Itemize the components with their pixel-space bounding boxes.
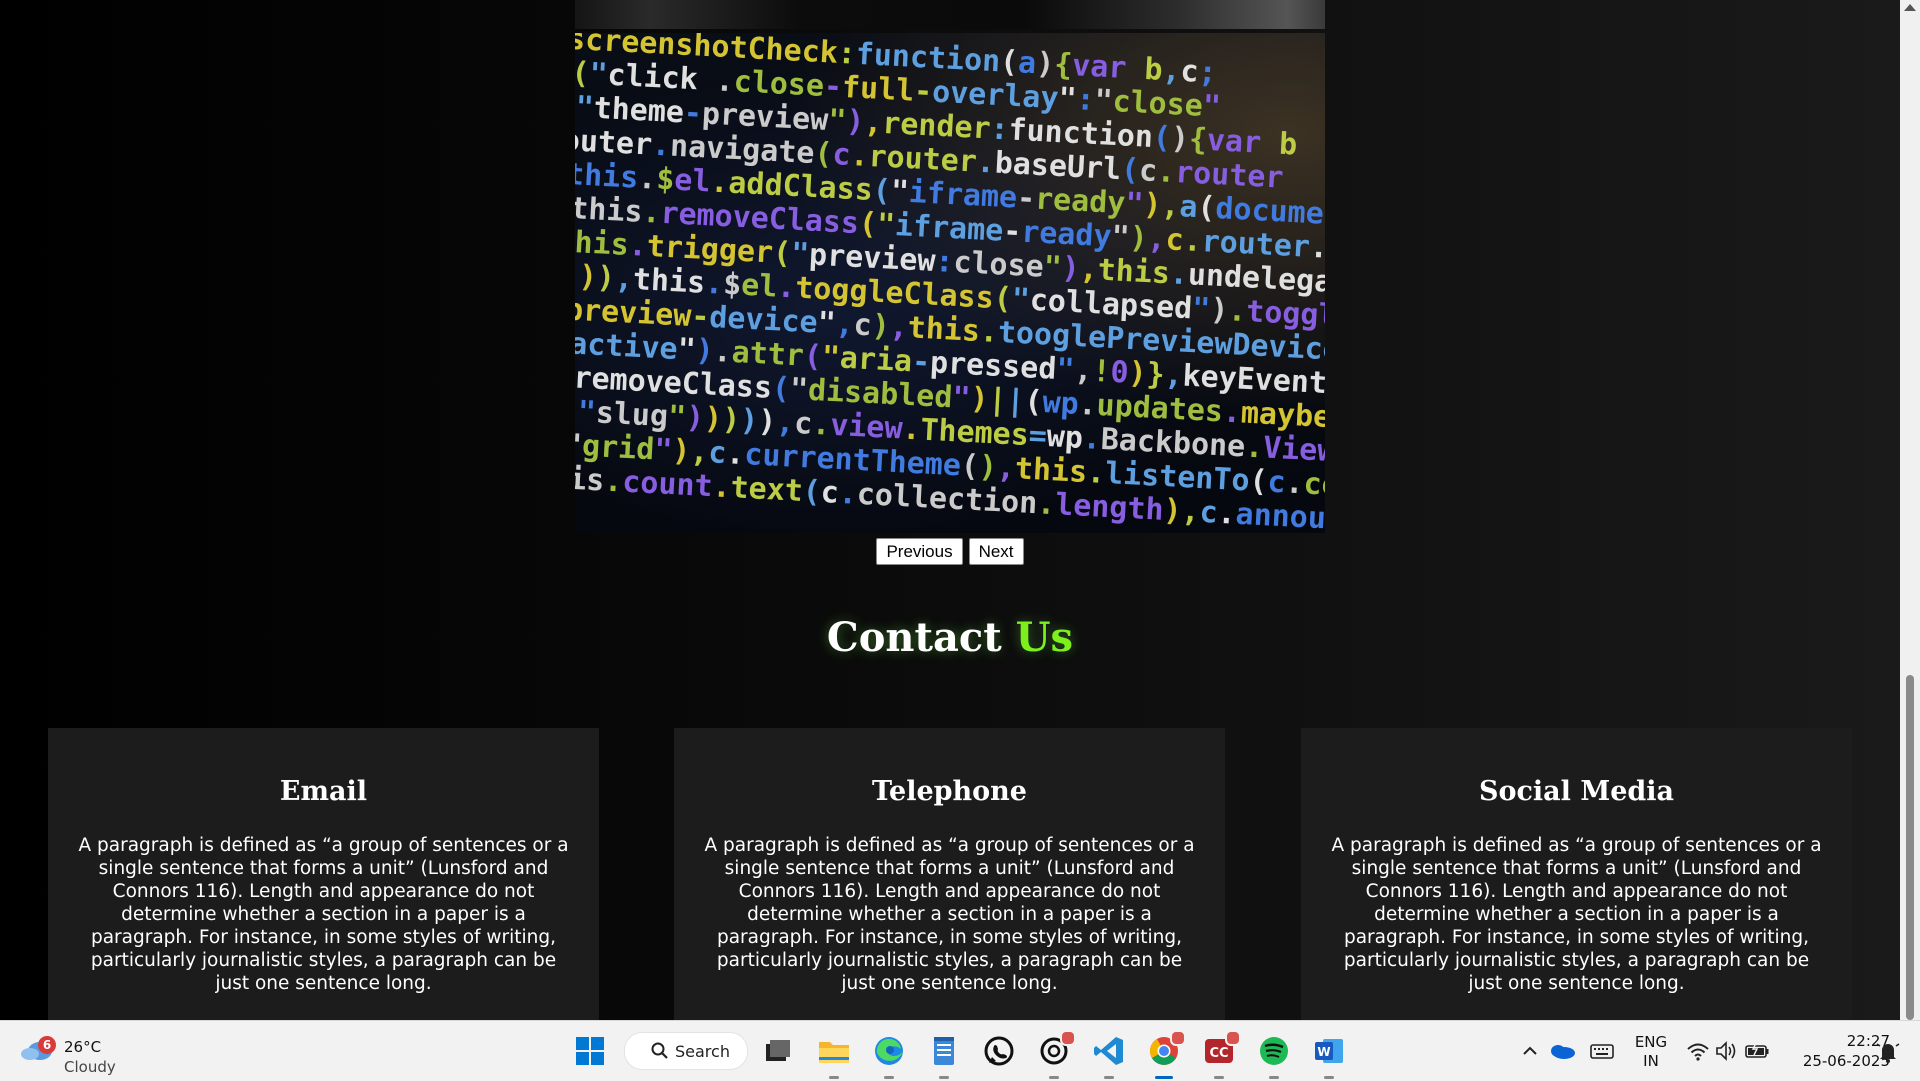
scroll-up-arrow-icon[interactable] xyxy=(1904,4,1916,11)
windows-start-icon[interactable] xyxy=(572,1033,608,1069)
svg-text:CC: CC xyxy=(1209,1046,1228,1061)
previous-button[interactable]: Previous xyxy=(876,538,963,565)
search-icon xyxy=(651,1042,668,1059)
edge-icon[interactable] xyxy=(871,1033,907,1079)
notification-badge xyxy=(1225,1030,1241,1046)
slider-controls: Previous Next xyxy=(0,538,1900,565)
contact-card-telephone: Telephone A paragraph is defined as “a g… xyxy=(674,728,1225,1020)
contact-card-social-media: Social Media A paragraph is defined as “… xyxy=(1301,728,1852,1020)
web-page: screenshotCheck:function(a){var b,c;("cl… xyxy=(0,0,1900,1020)
creative-cloud-icon[interactable]: CC xyxy=(1201,1030,1241,1079)
contact-title-main: Contact xyxy=(826,614,1002,661)
windows-taskbar: 6 26°C Cloudy Search CC W ENG IN 22:27 2… xyxy=(0,1020,1920,1081)
active-indicator xyxy=(1155,1076,1173,1079)
running-indicator xyxy=(884,1076,894,1079)
running-indicator xyxy=(1269,1076,1279,1079)
search-label: Search xyxy=(675,1042,730,1061)
contact-card-email: Email A paragraph is defined as “a group… xyxy=(48,728,599,1020)
card-text: A paragraph is defined as “a group of se… xyxy=(78,835,569,994)
card-heading: Social Media xyxy=(1478,776,1675,807)
keyboard-icon[interactable] xyxy=(1584,1033,1620,1069)
slider-image-code: screenshotCheck:function(a){var b,c;("cl… xyxy=(575,33,1325,533)
vertical-scrollbar[interactable] xyxy=(1900,0,1920,1020)
contact-title: Contact Us xyxy=(0,614,1900,661)
weather-temperature: 26°C xyxy=(64,1038,102,1056)
onedrive-icon[interactable] xyxy=(1544,1033,1580,1069)
card-heading: Telephone xyxy=(872,776,1027,807)
notification-badge xyxy=(1170,1030,1186,1046)
running-indicator xyxy=(829,1076,839,1079)
card-text: A paragraph is defined as “a group of se… xyxy=(1331,835,1822,994)
weather-condition: Cloudy xyxy=(64,1058,116,1076)
whatsapp-icon[interactable] xyxy=(981,1033,1017,1069)
svg-text:W: W xyxy=(1317,1045,1330,1059)
notification-badge xyxy=(1060,1030,1076,1046)
chrome-icon[interactable] xyxy=(1146,1030,1186,1079)
running-indicator xyxy=(1324,1076,1334,1079)
card-heading: Email xyxy=(279,776,368,807)
chevron-up-icon[interactable] xyxy=(1512,1033,1548,1069)
notepad-icon[interactable] xyxy=(926,1033,962,1079)
vscode-icon[interactable] xyxy=(1091,1033,1127,1079)
chatgpt-icon[interactable] xyxy=(1036,1030,1076,1079)
next-button[interactable]: Next xyxy=(968,538,1024,565)
image-overlay xyxy=(575,33,1325,533)
card-text: A paragraph is defined as “a group of se… xyxy=(704,835,1195,994)
input-region[interactable]: IN xyxy=(1632,1052,1670,1070)
notification-bell-icon[interactable] xyxy=(1870,1033,1906,1069)
running-indicator xyxy=(939,1076,949,1079)
code-screenshot-graphic: screenshotCheck:function(a){var b,c;("cl… xyxy=(575,33,1325,533)
weather-notification-badge: 6 xyxy=(38,1036,56,1054)
file-explorer-icon[interactable] xyxy=(816,1033,852,1079)
spotify-icon[interactable] xyxy=(1256,1033,1292,1079)
running-indicator xyxy=(1049,1076,1059,1079)
running-indicator xyxy=(1104,1076,1114,1079)
task-view-icon[interactable] xyxy=(760,1033,796,1069)
running-indicator xyxy=(1214,1076,1224,1079)
taskbar-search-box[interactable]: Search xyxy=(624,1032,748,1070)
input-language[interactable]: ENG xyxy=(1632,1033,1670,1051)
battery-icon[interactable] xyxy=(1739,1033,1775,1069)
previous-slide-image-edge xyxy=(575,0,1325,29)
contact-title-accent: Us xyxy=(1015,614,1074,661)
word-icon[interactable]: W xyxy=(1311,1033,1347,1079)
scroll-thumb[interactable] xyxy=(1906,675,1914,1020)
